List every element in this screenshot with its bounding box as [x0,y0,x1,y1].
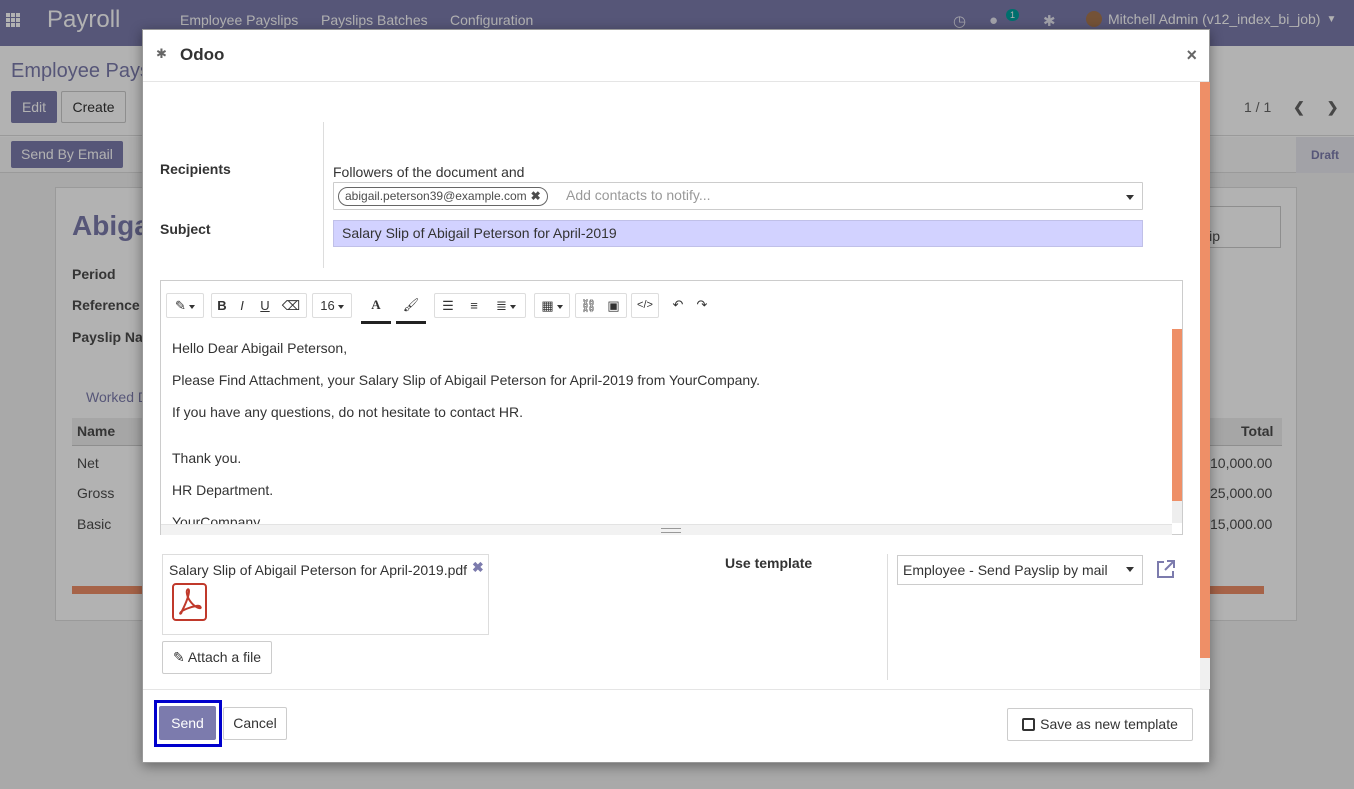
italic-icon[interactable]: I [232,294,252,317]
redo-icon[interactable]: ↷ [690,293,714,318]
recipients-input[interactable]: abigail.peterson39@example.com ✖ Add cont… [333,182,1143,210]
undo-icon[interactable]: ↶ [666,293,690,318]
template-value: Employee - Send Payslip by mail [903,562,1108,578]
use-template-label: Use template [725,555,813,571]
remove-tag-icon[interactable]: ✖ [531,189,541,203]
body-line: If you have any questions, do not hesita… [172,404,523,420]
modal-body: Recipients Followers of the document and… [143,82,1211,689]
insert-group: ⛓ ▣ [575,293,627,318]
floppy-disk-icon [1022,718,1036,731]
bold-icon[interactable]: B [212,294,232,317]
bg-color-bar [396,321,426,324]
code-view-icon[interactable]: </> [631,293,659,318]
body-line: Please Find Attachment, your Salary Slip… [172,372,761,388]
attachment-box: Salary Slip of Abigail Peterson for Apri… [162,554,489,635]
image-icon[interactable]: ▣ [601,294,626,317]
paragraph-group: ☰ ≡ ≣ [434,293,526,318]
editor-resize-handle[interactable] [161,524,1172,535]
font-size-value: 16 [320,298,343,313]
compose-email-dialog: ✱ Odoo × Recipients Followers of the doc… [142,29,1210,763]
text-color-bar [361,321,391,324]
table-dropdown[interactable]: ▦ [534,293,570,318]
brush-icon[interactable]: 🖌 [396,293,426,318]
template-select[interactable]: Employee - Send Payslip by mail [897,555,1143,585]
external-link-icon[interactable] [1155,558,1177,580]
modal-title: Odoo [180,45,225,64]
cancel-button[interactable]: Cancel [223,707,287,740]
divider [323,122,324,268]
recipients-placeholder: Add contacts to notify... [566,187,711,203]
editor-toolbar: ✎ B I U ⌫ 16 A 🖌 ☰ ≡ ≣ ▦ ⛓ ▣ </> ↶ ↷ [161,281,1182,329]
modal-footer: Send Cancel Save as new template [143,689,1209,764]
save-template-label: Save as new template [1040,716,1178,732]
remove-attachment-icon[interactable]: ✖ [472,559,484,576]
eraser-icon[interactable]: ⌫ [278,294,304,317]
font-size-dropdown[interactable]: 16 [312,293,352,318]
ordered-list-icon[interactable]: ≡ [461,294,487,317]
format-group: B I U ⌫ [211,293,307,318]
divider [887,554,888,680]
chevron-down-icon[interactable] [1126,195,1134,200]
chevron-down-icon [1126,567,1134,572]
unordered-list-icon[interactable]: ☰ [435,294,461,317]
align-icon[interactable]: ≣ [487,294,525,317]
editor-scrollbar-thumb[interactable] [1172,329,1182,501]
text-color-icon[interactable]: A [361,293,391,318]
send-button[interactable]: Send [159,706,216,740]
link-icon[interactable]: ⛓ [576,294,601,317]
modal-scrollbar-thumb[interactable] [1200,82,1210,658]
attach-file-button[interactable]: ✎ Attach a file [162,641,272,674]
recipient-tag-label: abigail.peterson39@example.com [345,189,527,203]
attachment-name[interactable]: Salary Slip of Abigail Peterson for Apri… [169,562,467,578]
debug-bug-icon[interactable]: ✱ [156,46,167,62]
underline-icon[interactable]: U [252,294,278,317]
paperclip-icon: ✎ [172,649,185,665]
recipients-label: Recipients [160,161,231,177]
editor-content[interactable]: Hello Dear Abigail Peterson, Please Find… [161,329,1171,524]
body-line: YourCompany [172,514,261,524]
body-line: Hello Dear Abigail Peterson, [172,340,348,356]
save-as-template-button[interactable]: Save as new template [1007,708,1193,741]
body-line: HR Department. [172,482,274,498]
body-line: Thank you. [172,450,242,466]
recipient-tag: abigail.peterson39@example.com ✖ [338,187,548,206]
modal-header: ✱ Odoo × [143,30,1209,82]
html-editor: ✎ B I U ⌫ 16 A 🖌 ☰ ≡ ≣ ▦ ⛓ ▣ </> ↶ ↷ Hel… [160,280,1183,535]
subject-label: Subject [160,221,211,237]
pdf-file-icon [172,583,207,621]
attach-file-label: Attach a file [187,649,261,665]
followers-text: Followers of the document and [333,164,525,180]
close-icon[interactable]: × [1186,45,1197,66]
subject-input[interactable]: Salary Slip of Abigail Peterson for Apri… [333,220,1143,247]
editor-scrollbar-track[interactable] [1172,501,1182,523]
style-dropdown[interactable]: ✎ [166,293,204,318]
